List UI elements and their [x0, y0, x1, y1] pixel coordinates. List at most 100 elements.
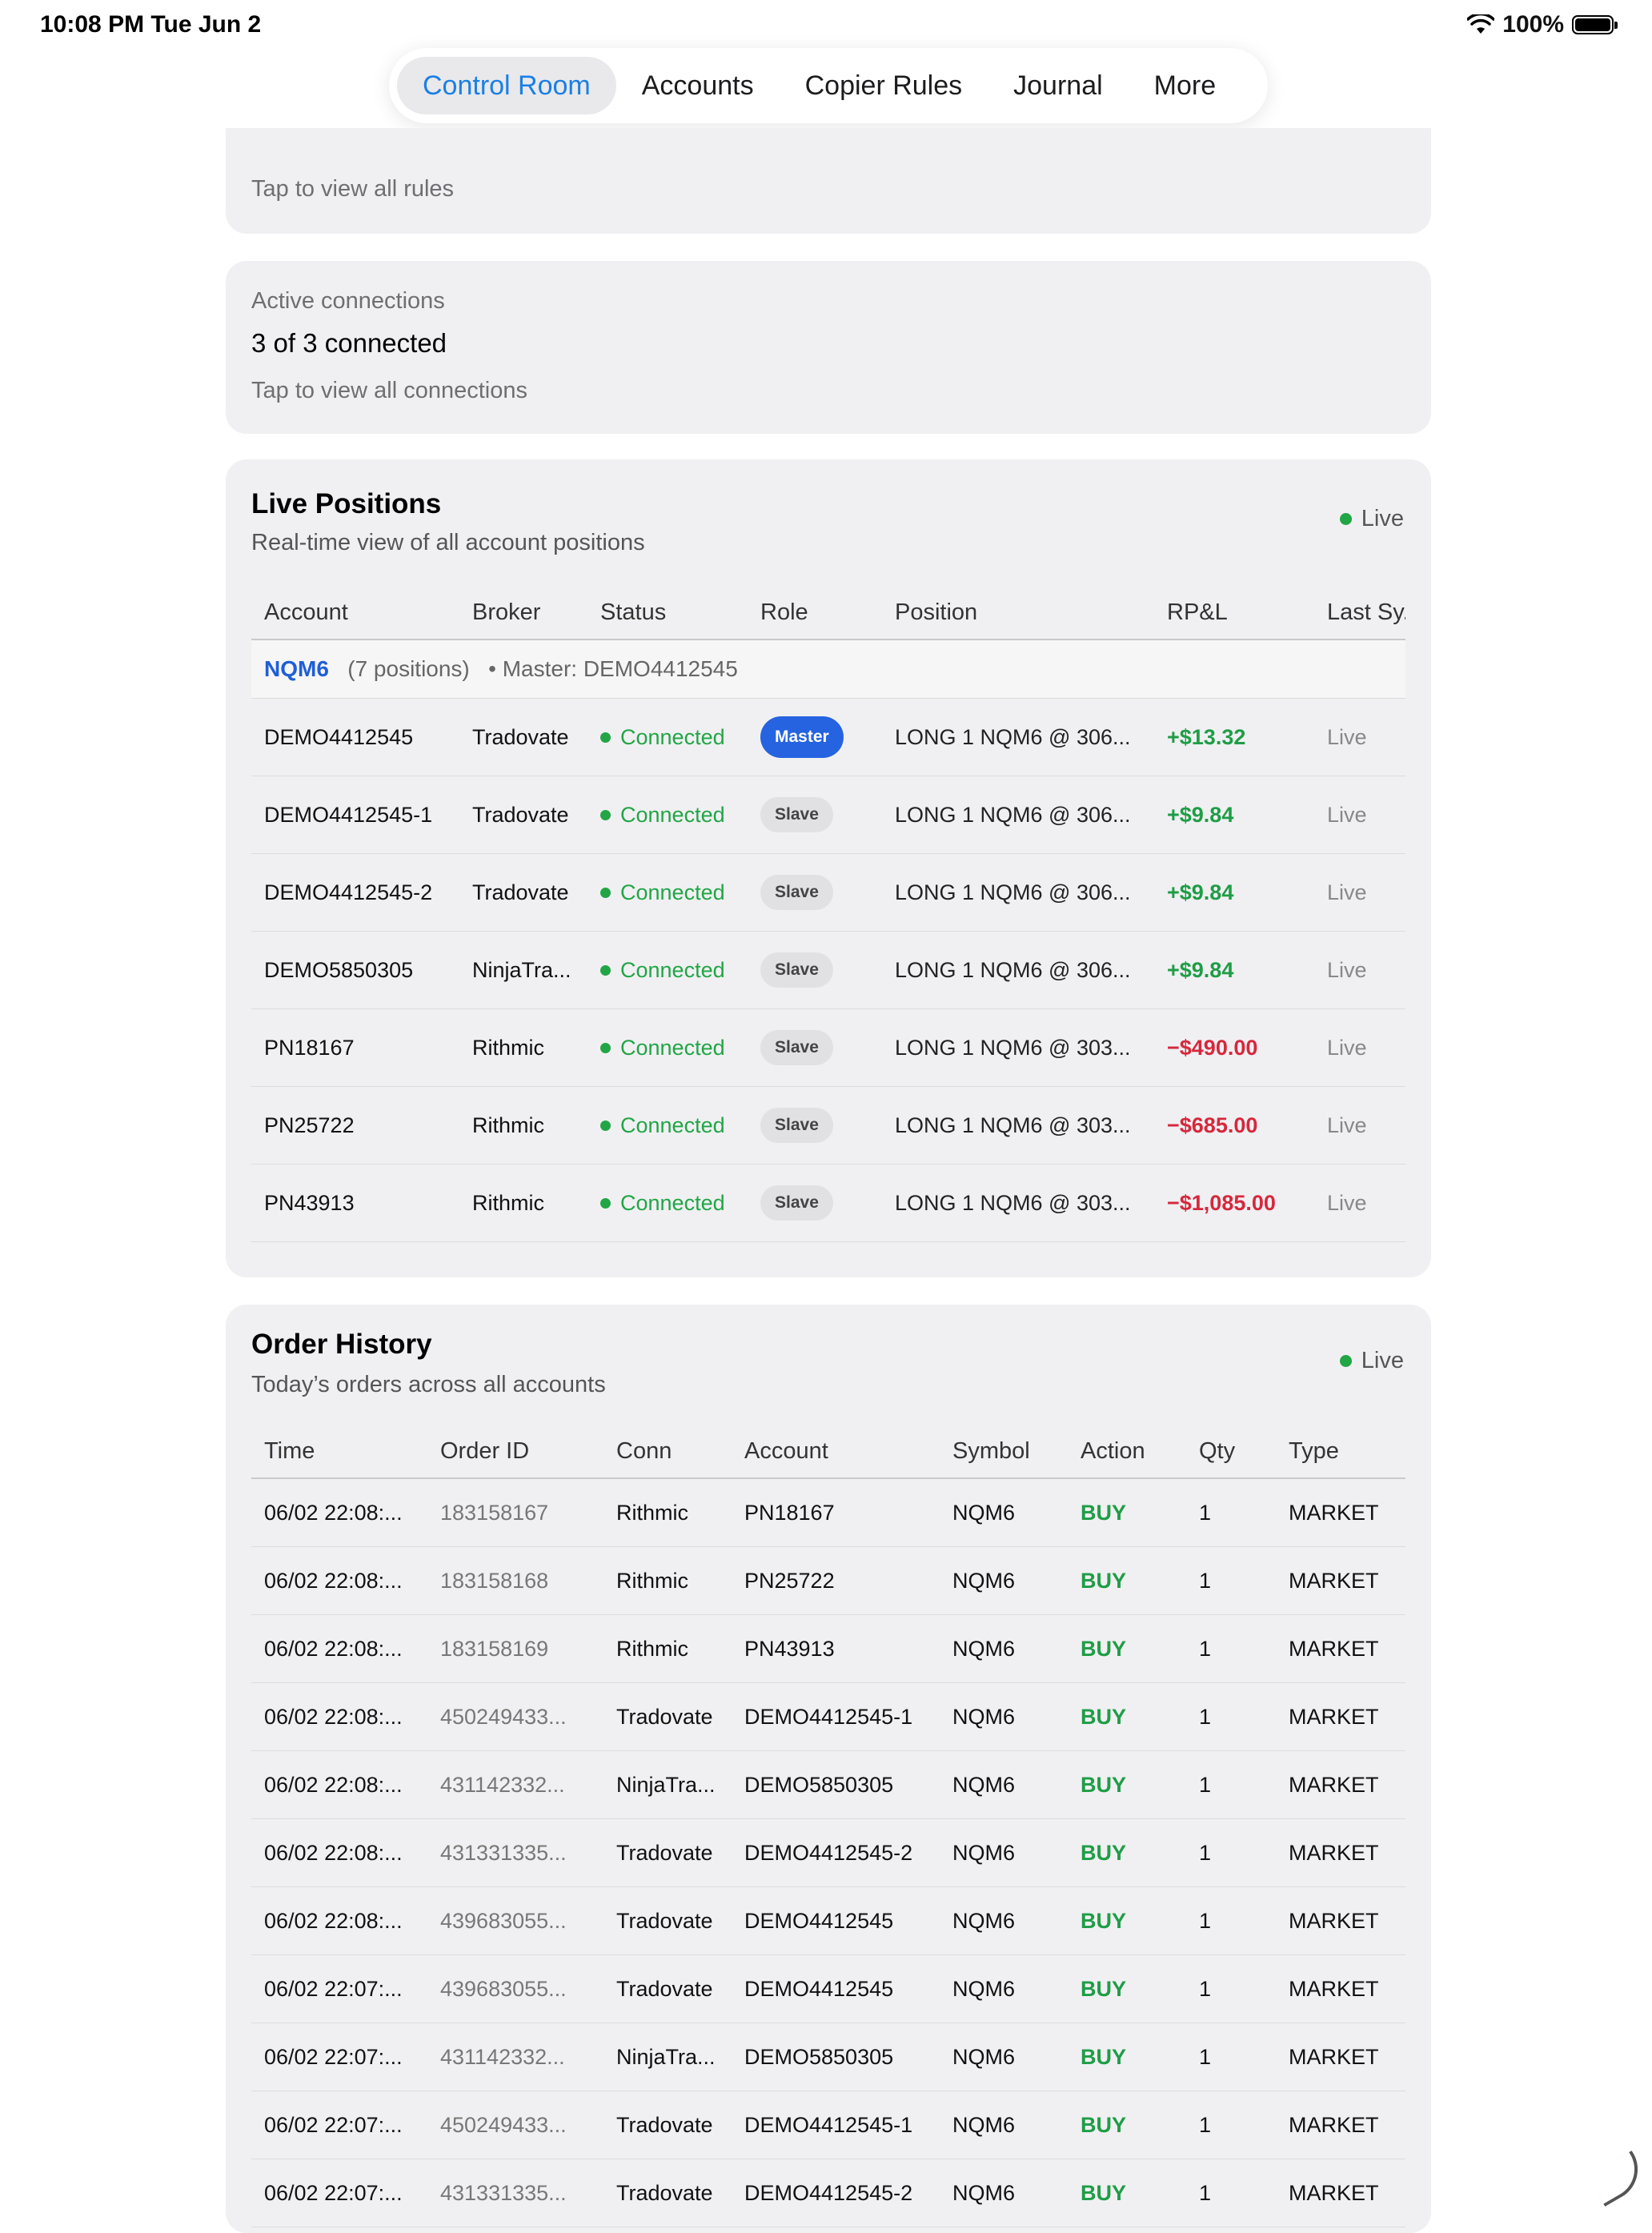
connections-card[interactable]: Active connections 3 of 3 connected Tap …	[226, 261, 1431, 434]
table-row[interactable]: 06/02 22:08:... 450249433... Tradovate DEMO…	[251, 1682, 1405, 1751]
table-row[interactable]: 06/02 22:08:... 439683055... Tradovate DEMO…	[251, 1886, 1405, 1955]
order-id-cell: 431331335...	[427, 1818, 603, 1887]
table-row[interactable]: DEMO4412545-2 Tradovate Connected Slave LONG…	[251, 853, 1405, 932]
status-text: Connected	[620, 1035, 725, 1060]
qty-cell: 1	[1186, 1954, 1276, 2023]
conn-cell: NinjaTra...	[603, 1750, 732, 1819]
account-cell: DEMO4412545-2	[251, 853, 459, 932]
type-cell: MARKET	[1276, 1750, 1405, 1819]
account-cell: DEMO4412545	[732, 1954, 940, 2023]
action-cell: BUY	[1068, 1750, 1186, 1819]
time-cell: 06/02 22:07:...	[251, 1954, 427, 2023]
role-cell: Slave	[748, 1164, 882, 1242]
col-type[interactable]: Type	[1276, 1425, 1405, 1479]
role-cell: Slave	[748, 931, 882, 1009]
table-row[interactable]: 06/02 22:08:... 183158168 Rithmic PN25722 NQ…	[251, 1546, 1405, 1615]
account-cell: DEMO4412545-1	[732, 1682, 940, 1751]
rpl-cell: +$9.84	[1154, 853, 1314, 932]
time-cell: 06/02 22:07:...	[251, 2159, 427, 2227]
col-time[interactable]: Time	[251, 1425, 427, 1479]
table-row[interactable]: PN25722 Rithmic Connected Slave LONG 1 NQM6 …	[251, 1086, 1405, 1165]
table-row[interactable]: 06/02 22:07:... 439683055... Tradovate DEMO…	[251, 1954, 1405, 2023]
account-cell: DEMO4412545-1	[251, 776, 459, 854]
qty-cell: 1	[1186, 2091, 1276, 2159]
position-cell: LONG 1 NQM6 @ 303...	[882, 1008, 1154, 1087]
live-positions-subtitle: Real-time view of all account positions	[251, 530, 645, 555]
positions-header-row: Account Broker Status Role Position RP&L…	[251, 586, 1405, 640]
position-cell: LONG 1 NQM6 @ 303...	[882, 1086, 1154, 1165]
table-row[interactable]: 06/02 22:08:... 183158167 Rithmic PN18167 NQ…	[251, 1478, 1405, 1547]
table-row[interactable]: DEMO4412545 Tradovate Connected Master LONG …	[251, 698, 1405, 776]
col-account[interactable]: Account	[732, 1425, 940, 1479]
role-badge: Slave	[760, 1108, 833, 1143]
table-row[interactable]: DEMO4412545-1 Tradovate Connected Slave LONG…	[251, 776, 1405, 854]
type-cell: MARKET	[1276, 1818, 1405, 1887]
account-cell: DEMO5850305	[732, 2023, 940, 2091]
col-conn[interactable]: Conn	[603, 1425, 732, 1479]
qty-cell: 1	[1186, 1818, 1276, 1887]
copier-rules-card[interactable]: Tap to view all rules	[226, 128, 1431, 234]
table-row[interactable]: 06/02 22:08:... 183158169 Rithmic PN43913 NQ…	[251, 1614, 1405, 1683]
symbol-cell: NQM6	[940, 1478, 1068, 1547]
account-cell: PN43913	[251, 1164, 459, 1242]
connected-dot-icon	[600, 1197, 611, 1209]
status-cell: Connected	[587, 1008, 748, 1087]
time-cell: 06/02 22:08:...	[251, 1750, 427, 1819]
live-positions-title: Live Positions	[251, 488, 442, 519]
table-row[interactable]: DEMO5850305 NinjaTra... Connected Slave LONG…	[251, 931, 1405, 1009]
col-rpl[interactable]: RP&L	[1154, 586, 1314, 640]
account-cell: PN18167	[732, 1478, 940, 1547]
symbol-cell: NQM6	[940, 1886, 1068, 1955]
broker-cell: Tradovate	[459, 776, 587, 854]
symbol-cell: NQM6	[940, 1614, 1068, 1683]
role-cell: Slave	[748, 1008, 882, 1087]
scroll-indicator[interactable]	[1587, 2150, 1650, 2207]
action-cell: BUY	[1068, 1546, 1186, 1615]
broker-cell: Rithmic	[459, 1086, 587, 1165]
orders-table: Time Order ID Conn Account Symbol Action…	[251, 1425, 1405, 2227]
live-label: Live	[1361, 506, 1404, 531]
tab-more[interactable]: More	[1129, 57, 1241, 114]
type-cell: MARKET	[1276, 1546, 1405, 1615]
col-order-id[interactable]: Order ID	[427, 1425, 603, 1479]
position-group-row[interactable]: NQM6 (7 positions) • Master: DEMO4412545	[251, 639, 1405, 699]
table-row[interactable]: 06/02 22:07:... 431331335... Tradovate DEMO…	[251, 2159, 1405, 2227]
table-row[interactable]: 06/02 22:08:... 431142332... NinjaTra... DE…	[251, 1750, 1405, 1819]
action-cell: BUY	[1068, 1682, 1186, 1751]
table-row[interactable]: 06/02 22:08:... 431331335... Tradovate DEMO…	[251, 1818, 1405, 1887]
action-cell: BUY	[1068, 1818, 1186, 1887]
table-row[interactable]: PN18167 Rithmic Connected Slave LONG 1 NQM6 …	[251, 1008, 1405, 1087]
col-role[interactable]: Role	[748, 586, 882, 640]
type-cell: MARKET	[1276, 1886, 1405, 1955]
action-cell: BUY	[1068, 1614, 1186, 1683]
conn-cell: NinjaTra...	[603, 2023, 732, 2091]
broker-cell: Rithmic	[459, 1008, 587, 1087]
col-position[interactable]: Position	[882, 586, 1154, 640]
account-cell: DEMO4412545-1	[732, 2091, 940, 2159]
time-cell: 06/02 22:07:...	[251, 2091, 427, 2159]
col-action[interactable]: Action	[1068, 1425, 1186, 1479]
conn-cell: Rithmic	[603, 1478, 732, 1547]
col-qty[interactable]: Qty	[1186, 1425, 1276, 1479]
connected-dot-icon	[600, 1120, 611, 1131]
col-last-sync[interactable]: Last Sy.	[1314, 586, 1405, 640]
qty-cell: 1	[1186, 1886, 1276, 1955]
account-cell: DEMO4412545	[732, 1886, 940, 1955]
col-broker[interactable]: Broker	[459, 586, 587, 640]
tab-accounts[interactable]: Accounts	[616, 57, 780, 114]
time-cell: 06/02 22:07:...	[251, 2023, 427, 2091]
col-symbol[interactable]: Symbol	[940, 1425, 1068, 1479]
table-row[interactable]: 06/02 22:07:... 450249433... Tradovate DEMO…	[251, 2091, 1405, 2159]
status-text: Connected	[620, 957, 725, 982]
conn-cell: Tradovate	[603, 1818, 732, 1887]
tab-journal[interactable]: Journal	[988, 57, 1129, 114]
connected-dot-icon	[600, 732, 611, 743]
tab-control-room[interactable]: Control Room	[397, 57, 616, 114]
tab-copier-rules[interactable]: Copier Rules	[780, 57, 988, 114]
col-status[interactable]: Status	[587, 586, 748, 640]
table-row[interactable]: 06/02 22:07:... 431142332... NinjaTra... DE…	[251, 2023, 1405, 2091]
col-account[interactable]: Account	[251, 586, 459, 640]
table-row[interactable]: PN43913 Rithmic Connected Slave LONG 1 NQM6 …	[251, 1164, 1405, 1242]
order-id-cell: 183158168	[427, 1546, 603, 1615]
type-cell: MARKET	[1276, 1478, 1405, 1547]
